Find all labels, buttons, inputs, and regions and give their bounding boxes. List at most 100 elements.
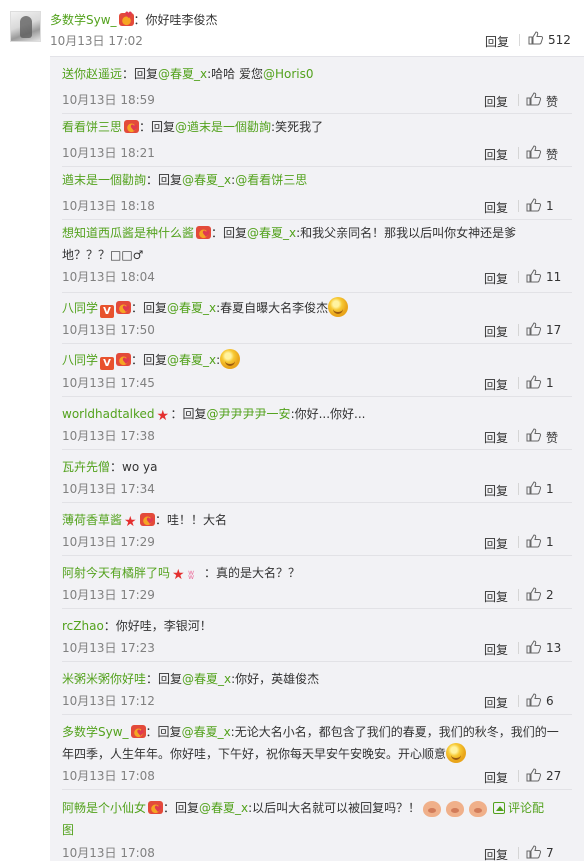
mention-link[interactable]: @看看饼三思 [235, 173, 307, 187]
thumbs-up-icon[interactable] [526, 587, 542, 604]
medal-badge-icon [118, 11, 134, 26]
reply-text: :无论大名小名，都包含了我们的春夏，我们的秋冬，我们的一 [230, 725, 559, 739]
reply-button[interactable]: 回复 [484, 376, 508, 393]
image-icon [493, 802, 506, 814]
comment-image-link[interactable]: 图 [62, 823, 74, 837]
reply-time: 10月13日 18:21 [62, 146, 155, 160]
reply-button[interactable]: 回复 [484, 270, 508, 287]
divider [518, 847, 519, 859]
reply-item: 阿射今天有橘胖了吗 ★ ʬ ：真的是大名？？ 10月13日 17:29 回复 2 [62, 562, 572, 609]
thumbs-up-icon[interactable] [526, 845, 542, 861]
reply-item: 想知道西瓜酱是种什么酱 ：回复@春夏_x:和我父亲同名！那我以后叫你女神还是爹 地… [62, 222, 572, 293]
reply-button[interactable]: 回复 [484, 535, 508, 552]
reply-author[interactable]: 多数学Syw_ [62, 725, 129, 739]
thumbs-up-icon[interactable] [526, 145, 542, 162]
like-count: 6 [546, 694, 554, 708]
row-divider [62, 502, 572, 503]
reply-author[interactable]: 想知道西瓜酱是种什么酱 [62, 226, 194, 240]
reply-author[interactable]: 阿射今天有橘胖了吗 [62, 566, 170, 580]
thumbs-up-icon[interactable] [526, 640, 542, 657]
divider [518, 200, 519, 212]
divider [518, 695, 519, 707]
reply-author[interactable]: 薄荷香草酱 [62, 513, 122, 527]
like-count: 1 [546, 376, 554, 390]
comment-author[interactable]: 多数学Syw_ [50, 13, 117, 27]
like-count: 1 [546, 199, 554, 213]
comment-image-link[interactable]: 评论配 [508, 801, 544, 815]
reply-author[interactable]: 瓦卉先僧 [62, 460, 110, 474]
like-count: 11 [546, 270, 562, 284]
thumbs-up-icon[interactable] [526, 322, 542, 339]
reply-item: rcZhao：你好哇，李银河！ 10月13日 17:23 回复 13 [62, 615, 572, 662]
like-count: 17 [546, 323, 562, 337]
thumbs-up-icon[interactable] [526, 428, 542, 445]
reply-button[interactable]: 回复 [484, 323, 508, 340]
reply-button[interactable]: 回复 [484, 93, 508, 110]
reply-button[interactable]: 回复 [484, 769, 508, 786]
reply-button[interactable]: 回复 [484, 482, 508, 499]
main-comment: 多数学Syw_ ：你好哇李俊杰 10月13日 17:02 回复 512 [0, 0, 584, 54]
like-count: 7 [546, 846, 554, 860]
reply-author[interactable]: 米粥米粥你好哇 [62, 672, 146, 686]
row-divider [62, 166, 572, 167]
reply-author[interactable]: 遒末是一個勸詢 [62, 173, 146, 187]
reply-button[interactable]: 回复 [485, 33, 509, 50]
thumbs-up-icon[interactable] [526, 375, 542, 392]
reply-author[interactable]: 看看饼三思 [62, 120, 122, 134]
row-divider [62, 661, 572, 662]
thumbs-up-icon[interactable] [526, 92, 542, 109]
reply-prefix: ：回复 [163, 801, 200, 815]
comment-text: ：你好哇李俊杰 [133, 13, 218, 27]
reply-author[interactable]: 阿畅是个小仙女 [62, 801, 146, 815]
reply-author[interactable]: worldhadtalked [62, 407, 155, 421]
reply-author[interactable]: rcZhao [62, 619, 104, 633]
reply-item: 阿畅是个小仙女 ：回复@春夏_x:以后叫大名就可以被回复吗？！ 评论配 图 10月… [62, 797, 572, 861]
reply-button[interactable]: 回复 [484, 146, 508, 163]
mention-link[interactable]: @春夏_x [182, 173, 231, 187]
thumbs-up-icon[interactable] [526, 198, 542, 215]
reply-text: :以后叫大名就可以被回复吗？！ [248, 801, 421, 815]
row-divider [62, 789, 572, 790]
divider [518, 589, 519, 601]
reply-button[interactable]: 回复 [484, 588, 508, 605]
reply-button[interactable]: 回复 [484, 694, 508, 711]
reply-button[interactable]: 回复 [484, 199, 508, 216]
thumbs-up-icon[interactable] [528, 31, 544, 48]
thumbs-up-icon[interactable] [526, 481, 542, 498]
mention-link[interactable]: @春夏_x [182, 672, 231, 686]
thumbs-up-icon[interactable] [526, 768, 542, 785]
thumbs-up-icon[interactable] [526, 269, 542, 286]
like-count: 13 [546, 641, 562, 655]
medal-badge-icon [116, 299, 132, 321]
reply-item: 八同学V ：回复@春夏_x:春夏自曝大名李俊杰 10月13日 17:50 回复 1… [62, 297, 572, 344]
reply-button[interactable]: 回复 [484, 846, 508, 861]
mention-link[interactable]: @春夏_x [199, 801, 248, 815]
reply-item: 米粥米粥你好哇：回复@春夏_x:你好，英雄俊杰 10月13日 17:12 回复 … [62, 668, 572, 715]
reply-item: 多数学Syw_ ：回复@春夏_x:无论大名小名，都包含了我们的春夏，我们的秋冬，我… [62, 721, 572, 790]
mention-link[interactable]: @春夏_x [182, 725, 231, 739]
reply-author[interactable]: 八同学 [62, 353, 98, 367]
mention-link[interactable]: @春夏_x [167, 301, 216, 315]
reply-button[interactable]: 回复 [484, 429, 508, 446]
like-count: 2 [546, 588, 554, 602]
reply-time: 10月13日 17:23 [62, 641, 155, 655]
mention-link[interactable]: @春夏_x [167, 353, 216, 367]
reply-button[interactable]: 回复 [484, 641, 508, 658]
replies-panel: 送你赵遥远：回复@春夏_x:哈哈 爱您@Horis0 10月13日 18:59 … [50, 56, 584, 861]
mention-link[interactable]: @春夏_x [158, 67, 207, 81]
reply-prefix: ：回复 [146, 672, 183, 686]
reply-time: 10月13日 17:12 [62, 694, 155, 708]
thumbs-up-icon[interactable] [526, 693, 542, 710]
mention-link[interactable]: @春夏_x [247, 226, 296, 240]
row-divider [62, 608, 572, 609]
reply-author[interactable]: 送你赵遥远 [62, 67, 122, 81]
thumbs-up-icon[interactable] [526, 534, 542, 551]
avatar[interactable] [10, 11, 41, 42]
reply-item: 遒末是一個勸詢：回复@春夏_x:@看看饼三思 10月13日 18:18 回复 1 [62, 169, 572, 220]
reply-prefix: ：回复 [122, 67, 159, 81]
mention-link[interactable]: @Horis0 [263, 67, 314, 81]
mention-link[interactable]: @尹尹尹尹一安 [207, 407, 291, 421]
reply-text: :和我父亲同名！那我以后叫你女神还是爹 [296, 226, 517, 240]
mention-link[interactable]: @遒末是一個勸詢 [175, 120, 271, 134]
reply-author[interactable]: 八同学 [62, 301, 98, 315]
